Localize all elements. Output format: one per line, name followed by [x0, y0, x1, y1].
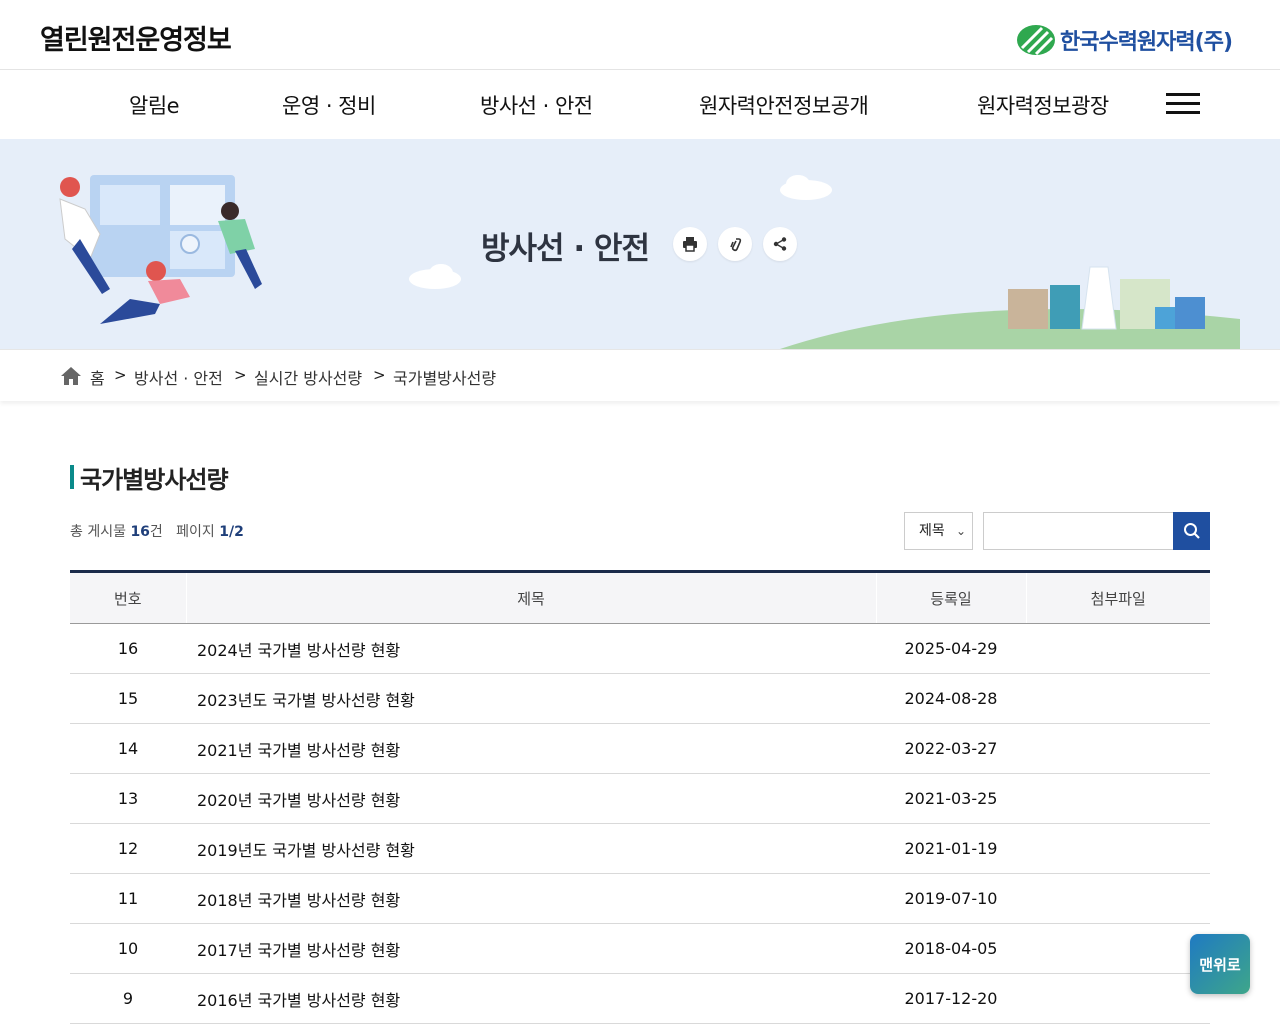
- share-icon: [773, 237, 787, 251]
- print-button[interactable]: [673, 227, 707, 261]
- khnp-logo-icon: [1016, 25, 1055, 56]
- row-date: 2018-04-05: [876, 923, 1026, 974]
- copy-link-button[interactable]: [718, 227, 752, 261]
- banner-illustration-people: [59, 175, 262, 324]
- logo-text: 한국수력원자력(주): [1059, 30, 1233, 55]
- header-title: 제목: [186, 570, 877, 624]
- breadcrumb-separator: >: [373, 366, 386, 384]
- row-number: 15: [70, 673, 186, 724]
- table-header-row: 번호 제목 등록일 첨부파일: [70, 570, 1210, 624]
- table-row[interactable]: 11 2018년 국가별 방사선량 현황 2019-07-10: [70, 873, 1210, 924]
- banner-cloud-2: [409, 264, 461, 289]
- breadcrumb-radiation-safety[interactable]: 방사선 · 안전: [134, 365, 223, 389]
- search-type-value: 제목: [919, 523, 945, 539]
- table-row[interactable]: 13 2020년 국가별 방사선량 현황 2021-03-25: [70, 773, 1210, 824]
- breadcrumb-country-dose[interactable]: 국가별방사선량: [393, 365, 496, 389]
- header-attachment: 첨부파일: [1026, 570, 1210, 624]
- row-number: 13: [70, 773, 186, 824]
- header-number: 번호: [70, 570, 187, 624]
- table-row[interactable]: 12 2019년도 국가별 방사선량 현황 2021-01-19: [70, 823, 1210, 874]
- nav-item-radiation-safety[interactable]: 방사선 · 안전: [480, 90, 593, 120]
- table-row[interactable]: 10 2017년 국가별 방사선량 현황 2018-04-05: [70, 923, 1210, 974]
- row-attachment: [1026, 673, 1210, 724]
- row-date: 2017-12-20: [876, 973, 1026, 1024]
- nav-item-info-plaza[interactable]: 원자력정보광장: [977, 90, 1109, 120]
- row-title-link[interactable]: 2017년 국가별 방사선량 현황: [186, 923, 876, 974]
- board-total-info: 총 게시물 16건 페이지 1/2: [70, 521, 244, 541]
- table-row[interactable]: 16 2024년 국가별 방사선량 현황 2025-04-29: [70, 623, 1210, 674]
- row-number: 14: [70, 723, 186, 774]
- link-icon: [730, 238, 742, 252]
- banner-cloud-1: [780, 175, 832, 200]
- search-icon: [1183, 523, 1200, 539]
- row-attachment: [1026, 623, 1210, 674]
- row-number: 16: [70, 623, 186, 674]
- row-date: 2021-01-19: [876, 823, 1026, 874]
- main-navigation: 알림e 운영 · 정비 방사선 · 안전 원자력안전정보공개 원자력정보광장: [0, 70, 1280, 139]
- total-count: 16: [130, 524, 150, 540]
- row-number: 12: [70, 823, 186, 874]
- row-number: 11: [70, 873, 186, 924]
- nav-item-operation[interactable]: 운영 · 정비: [282, 90, 376, 120]
- banner-title: 방사선 · 안전: [481, 231, 650, 267]
- total-unit: 건: [149, 524, 163, 540]
- row-attachment: [1026, 773, 1210, 824]
- row-title-link[interactable]: 2019년도 국가별 방사선량 현황: [186, 823, 876, 874]
- table-row[interactable]: 14 2021년 국가별 방사선량 현황 2022-03-27: [70, 723, 1210, 774]
- row-number: 9: [70, 973, 186, 1024]
- row-attachment: [1026, 823, 1210, 874]
- row-attachment: [1026, 923, 1210, 974]
- row-title-link[interactable]: 2023년도 국가별 방사선량 현황: [186, 673, 876, 724]
- table-row[interactable]: 9 2016년 국가별 방사선량 현황 2017-12-20: [70, 973, 1210, 1024]
- search-type-select[interactable]: 제목 ⌄: [904, 512, 973, 550]
- top-header: 열린원전운영정보 한국수력원자력(주): [0, 0, 1280, 70]
- search-button[interactable]: [1173, 512, 1210, 550]
- row-title-link[interactable]: 2021년 국가별 방사선량 현황: [186, 723, 876, 774]
- row-number: 10: [70, 923, 186, 974]
- breadcrumb-realtime-dose[interactable]: 실시간 방사선량: [254, 365, 362, 389]
- menu-hamburger-icon[interactable]: [1166, 93, 1200, 117]
- row-title-link[interactable]: 2020년 국가별 방사선량 현황: [186, 773, 876, 824]
- total-label: 총 게시물: [70, 524, 126, 540]
- page-value: 1/2: [219, 524, 244, 540]
- row-title-link[interactable]: 2016년 국가별 방사선량 현황: [186, 973, 876, 1024]
- nav-item-safety-disclosure[interactable]: 원자력안전정보공개: [699, 90, 869, 120]
- row-attachment: [1026, 973, 1210, 1024]
- row-date: 2019-07-10: [876, 873, 1026, 924]
- breadcrumb-separator: >: [234, 366, 247, 384]
- breadcrumb-home[interactable]: 홈: [90, 365, 105, 389]
- search-input[interactable]: [983, 512, 1174, 550]
- row-title-link[interactable]: 2024년 국가별 방사선량 현황: [186, 623, 876, 674]
- row-title-link[interactable]: 2018년 국가별 방사선량 현황: [186, 873, 876, 924]
- breadcrumb: 홈 > 방사선 · 안전 > 실시간 방사선량 > 국가별방사선량: [0, 349, 1280, 401]
- chevron-down-icon: ⌄: [955, 524, 966, 538]
- banner-illustration-plant: [780, 266, 1240, 349]
- row-date: 2021-03-25: [876, 773, 1026, 824]
- sub-banner: 방사선 · 안전: [0, 139, 1280, 349]
- home-icon[interactable]: [60, 366, 82, 386]
- scroll-to-top-button[interactable]: 맨위로: [1190, 934, 1250, 994]
- share-button[interactable]: [763, 227, 797, 261]
- print-icon: [683, 237, 697, 252]
- row-date: 2025-04-29: [876, 623, 1026, 674]
- breadcrumb-separator: >: [114, 366, 127, 384]
- table-row[interactable]: 15 2023년도 국가별 방사선량 현황 2024-08-28: [70, 673, 1210, 724]
- site-title[interactable]: 열린원전운영정보: [40, 18, 232, 57]
- page-title: 국가별방사선량: [80, 466, 229, 494]
- nav-item-notice[interactable]: 알림e: [129, 90, 180, 120]
- row-date: 2024-08-28: [876, 673, 1026, 724]
- header-date: 등록일: [876, 570, 1027, 624]
- board-table: 번호 제목 등록일 첨부파일 16 2024년 국가별 방사선량 현황 2025…: [70, 570, 1210, 1024]
- page-title-accent: [70, 465, 74, 489]
- page-label: 페이지: [176, 524, 215, 540]
- row-attachment: [1026, 723, 1210, 774]
- row-attachment: [1026, 873, 1210, 924]
- khnp-logo[interactable]: 한국수력원자력(주): [1016, 24, 1233, 56]
- row-date: 2022-03-27: [876, 723, 1026, 774]
